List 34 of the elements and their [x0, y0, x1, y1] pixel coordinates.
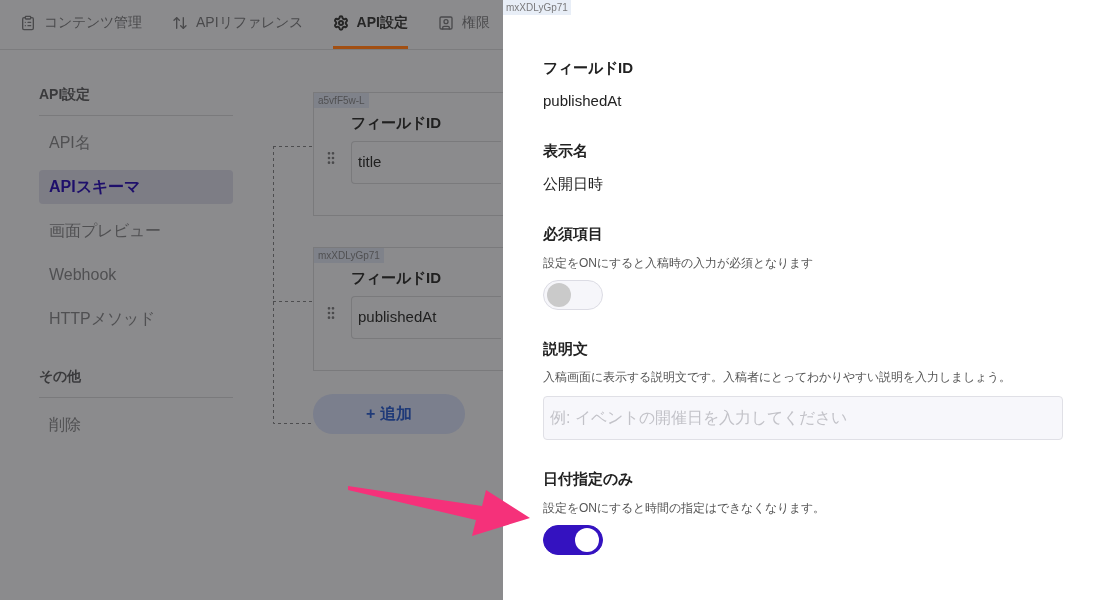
sidebar-item[interactable]: HTTPメソッド	[39, 302, 233, 336]
section-title: 必須項目	[543, 224, 603, 244]
sidebar-item[interactable]: API名	[39, 126, 233, 160]
section-hint: 設定をONにすると時間の指定はできなくなります。	[543, 499, 825, 517]
nav-tab[interactable]: 権限	[437, 0, 490, 49]
section-title: フィールドID	[543, 58, 634, 78]
section-title: 説明文	[543, 338, 589, 359]
section-hint: 入稿画面に表示する説明文です。入稿者にとってわかりやすい説明を入力しましょう。	[543, 369, 1012, 386]
nav-tab[interactable]: API設定	[332, 0, 408, 49]
nav-tab[interactable]: APIリファレンス	[172, 0, 303, 49]
tab-icon	[332, 14, 349, 31]
tab-icon	[20, 14, 36, 31]
nav-tab[interactable]: コンテンツ管理	[20, 0, 142, 49]
add-button[interactable]: + 追加	[313, 394, 465, 434]
section-title: 表示名	[543, 141, 589, 161]
field-tag: mxXDLyGp71	[503, 0, 571, 15]
toggle-switch[interactable]	[543, 524, 603, 555]
sidebar-heading: API設定	[39, 84, 233, 116]
tab-icon	[437, 14, 454, 31]
field-label: フィールドID	[351, 113, 442, 133]
sidebar-item[interactable]: Webhook	[39, 258, 233, 292]
section-value: 公開日時	[543, 173, 604, 194]
field-tag: a5vfF5w-L	[314, 93, 369, 108]
section-value: publishedAt	[543, 90, 623, 111]
sidebar-item[interactable]: 削除	[39, 408, 233, 442]
field-input[interactable]: publishedAt	[351, 295, 501, 339]
field-label: フィールドID	[351, 268, 442, 288]
field-input[interactable]: title	[351, 140, 501, 184]
section-title: 日付指定のみ	[543, 469, 633, 489]
tab-icon	[172, 14, 188, 31]
section-hint: 設定をONにすると入稿時の入力が必須となります	[543, 254, 813, 272]
sidebar-heading: その他	[39, 366, 233, 398]
sidebar-item[interactable]: APIスキーマ	[39, 170, 233, 204]
field-tag: mxXDLyGp71	[314, 248, 384, 263]
